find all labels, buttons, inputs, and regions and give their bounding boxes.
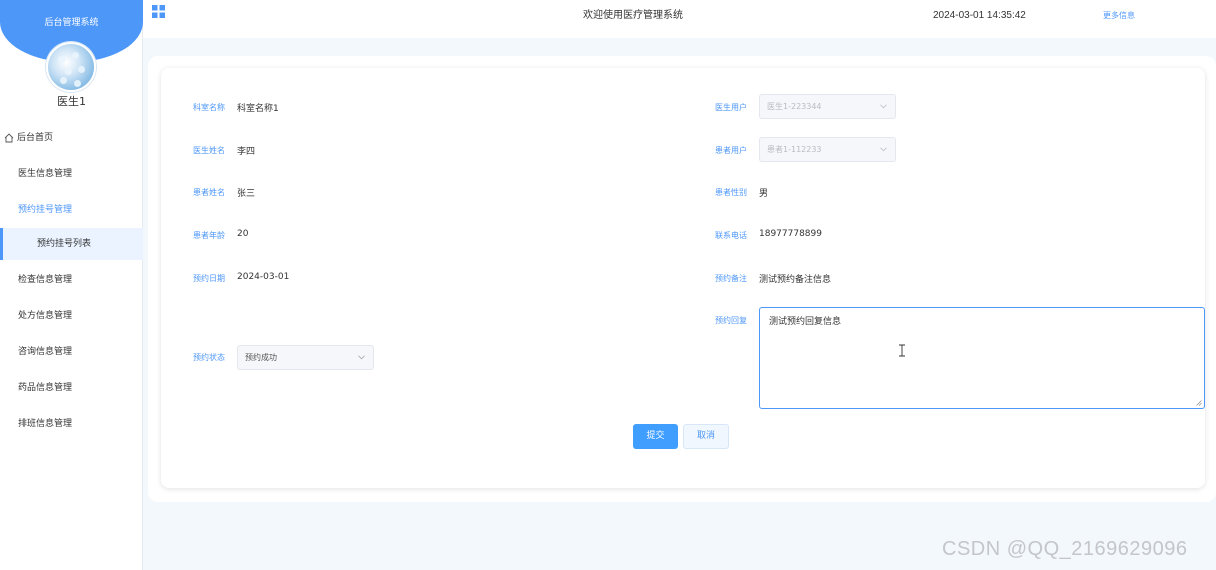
chevron-down-icon bbox=[880, 104, 887, 109]
page-title: 欢迎使用医疗管理系统 bbox=[583, 10, 683, 21]
home-icon bbox=[4, 133, 14, 143]
cancel-button[interactable]: 取消 bbox=[683, 424, 729, 449]
submit-button[interactable]: 提交 bbox=[633, 424, 678, 449]
sidebar-item-schedule[interactable]: 排班信息管理 bbox=[0, 406, 143, 442]
patient-user-select[interactable]: 患者1-112233 bbox=[759, 137, 896, 162]
phone-label: 联系电话 bbox=[715, 231, 747, 240]
age-value: 20 bbox=[237, 229, 249, 239]
patient-user-label: 患者用户 bbox=[715, 146, 747, 155]
remark-value: 测试预约备注信息 bbox=[759, 275, 832, 285]
sidebar-item-consult[interactable]: 咨询信息管理 bbox=[0, 334, 143, 370]
resize-handle-icon[interactable] bbox=[1196, 400, 1202, 406]
sidebar-item-doctor[interactable]: 医生信息管理 bbox=[0, 156, 143, 192]
chevron-down-icon bbox=[358, 355, 365, 360]
patient-name-value: 张三 bbox=[237, 189, 256, 199]
current-datetime: 2024-03-01 14:35:42 bbox=[933, 10, 1026, 21]
doctor-user-value: 医生1-223344 bbox=[767, 102, 822, 111]
top-bar: 欢迎使用医疗管理系统 2024-03-01 14:35:42 更多信息 bbox=[143, 0, 1216, 38]
watermark: CSDN @QQ_2169629096 bbox=[942, 538, 1188, 560]
patient-name-label: 患者姓名 bbox=[193, 188, 225, 197]
sidebar: 后台管理系统 医生1 后台首页 医生信息管理 预约挂号管理 预约挂号列表 检查信… bbox=[0, 0, 143, 570]
reply-label: 预约回复 bbox=[715, 316, 747, 325]
sidebar-menu: 后台首页 医生信息管理 预约挂号管理 预约挂号列表 检查信息管理 处方信息管理 … bbox=[0, 120, 143, 442]
date-label: 预约日期 bbox=[193, 274, 225, 283]
phone-value: 18977778899 bbox=[759, 229, 822, 239]
reply-textarea[interactable]: 测试预约回复信息 bbox=[759, 307, 1205, 409]
doctor-user-select[interactable]: 医生1-223344 bbox=[759, 94, 896, 119]
text-cursor-icon bbox=[899, 344, 905, 357]
doctor-name-label: 医生姓名 bbox=[193, 146, 225, 155]
gender-value: 男 bbox=[759, 189, 769, 199]
sidebar-item-drug[interactable]: 药品信息管理 bbox=[0, 370, 143, 406]
date-value: 2024-03-01 bbox=[237, 272, 290, 282]
system-title: 后台管理系统 bbox=[44, 18, 99, 28]
dept-label: 科室名称 bbox=[193, 103, 225, 112]
age-label: 患者年龄 bbox=[193, 231, 225, 240]
more-info-link[interactable]: 更多信息 bbox=[1103, 10, 1135, 21]
dept-value: 科室名称1 bbox=[237, 104, 279, 114]
remark-label: 预约备注 bbox=[715, 274, 747, 283]
chevron-down-icon bbox=[880, 147, 887, 152]
sidebar-item-appointment[interactable]: 预约挂号管理 bbox=[0, 192, 143, 228]
reply-text: 测试预约回复信息 bbox=[769, 317, 842, 327]
menu-grid-icon[interactable] bbox=[152, 5, 165, 18]
patient-user-value: 患者1-112233 bbox=[767, 145, 822, 154]
doctor-name-value: 李四 bbox=[237, 147, 256, 157]
sidebar-item-appointment-list[interactable]: 预约挂号列表 bbox=[0, 228, 143, 260]
sidebar-item-prescription[interactable]: 处方信息管理 bbox=[0, 298, 143, 334]
status-select-value: 预约成功 bbox=[245, 353, 277, 362]
avatar[interactable] bbox=[46, 42, 96, 92]
sidebar-item-label: 后台首页 bbox=[17, 133, 54, 143]
status-label: 预约状态 bbox=[193, 353, 225, 362]
gender-label: 患者性别 bbox=[715, 188, 747, 197]
sidebar-item-home[interactable]: 后台首页 bbox=[0, 120, 143, 156]
doctor-user-label: 医生用户 bbox=[715, 103, 747, 112]
status-select[interactable]: 预约成功 bbox=[237, 345, 374, 370]
user-name: 医生1 bbox=[57, 95, 86, 108]
sidebar-item-checkup[interactable]: 检查信息管理 bbox=[0, 262, 143, 298]
